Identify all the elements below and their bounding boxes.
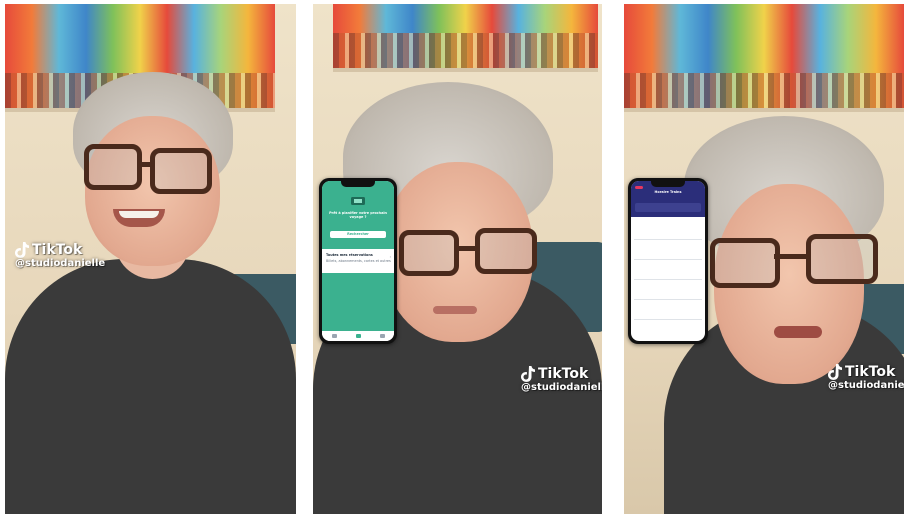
tiktok-logo-text: TikTok	[845, 364, 896, 380]
phone-screen: Prêt à planifier votre prochain voyage ?…	[322, 181, 394, 341]
phone-notch	[651, 181, 685, 187]
search-button[interactable]: Rechercher	[330, 231, 386, 238]
tiktok-logo-text: TikTok	[32, 242, 83, 258]
nav-home-icon[interactable]	[331, 334, 337, 338]
phone-sncf-timetable: Horaire Trains	[628, 178, 708, 344]
tiktok-watermark: TikTok @studiodanielle	[15, 242, 105, 269]
creator-handle: @studiodanielle	[15, 258, 106, 269]
timetable-row[interactable]	[634, 321, 702, 339]
phone-screen: Horaire Trains	[631, 181, 705, 341]
tiktok-logo-text: TikTok	[538, 366, 589, 382]
teeth	[119, 211, 159, 218]
timetable-row[interactable]	[634, 301, 702, 320]
timetable-row[interactable]	[634, 281, 702, 300]
bottom-nav	[322, 331, 394, 341]
video-frame-3: Horaire Trains TikTok @studiodanielle	[624, 4, 904, 514]
timetable-row[interactable]	[634, 261, 702, 280]
tiktok-logo-icon	[15, 242, 29, 258]
glasses	[710, 232, 890, 292]
parrot-painting	[624, 4, 904, 112]
tiktok-logo-icon	[521, 366, 535, 382]
bookings-title: Toutes mes réservations	[326, 253, 373, 257]
video-frame-1: TikTok @studiodanielle	[5, 4, 296, 514]
mouth	[433, 306, 477, 314]
creator-handle: @studiodanielle	[521, 382, 602, 393]
route-summary[interactable]	[635, 203, 701, 212]
tiktok-watermark: TikTok @studiodanielle	[828, 364, 904, 391]
green-panel	[322, 273, 394, 331]
creator-handle: @studiodanielle	[828, 380, 904, 391]
tiktok-watermark: TikTok @studiodanielle	[521, 366, 602, 393]
shirt	[5, 259, 296, 514]
chevron-right-icon: ›	[389, 255, 391, 259]
glasses	[80, 140, 240, 194]
tiktok-logo-icon	[828, 364, 842, 380]
video-frame-2: Prêt à planifier votre prochain voyage ?…	[313, 4, 602, 514]
parrot-painting	[333, 4, 598, 72]
status-badge	[635, 186, 643, 189]
timetable-title: Horaire Trains	[654, 190, 682, 194]
bookings-card[interactable]: Toutes mes réservations Billets, abonnem…	[322, 249, 394, 273]
phone-notch	[341, 181, 375, 187]
nav-account-icon[interactable]	[379, 334, 385, 338]
phone-sncf-app: Prêt à planifier votre prochain voyage ?…	[319, 178, 397, 344]
trip-question: Prêt à planifier votre prochain voyage ?	[329, 211, 387, 220]
nav-tickets-icon[interactable]	[355, 334, 361, 338]
mouth	[774, 326, 822, 338]
bookings-subtitle: Billets, abonnements, cartes et autres	[326, 259, 391, 263]
glasses	[395, 224, 545, 276]
timetable-row[interactable]	[634, 221, 702, 240]
timetable-row[interactable]	[634, 241, 702, 260]
ticket-icon	[351, 197, 365, 205]
